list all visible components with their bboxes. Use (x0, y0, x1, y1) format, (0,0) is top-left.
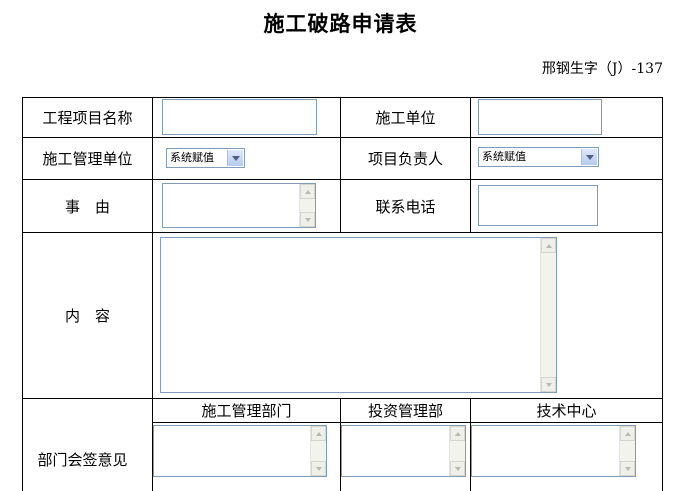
scroll-up-icon[interactable] (300, 184, 315, 199)
column-divider (470, 97, 471, 232)
scroll-down-icon[interactable] (541, 377, 556, 392)
content-label: 内 容 (64, 307, 110, 325)
countersign-label: 部门会签意见 (37, 450, 128, 469)
document-number: 邢钢生字（J）-137 (541, 61, 663, 77)
scroll-down-icon[interactable] (311, 461, 326, 476)
countersign-col-investment-mgmt: 投资管理部 (367, 402, 443, 420)
scroll-up-icon[interactable] (450, 426, 465, 441)
investment-mgmt-opinion-textarea[interactable] (341, 425, 466, 477)
project-leader-value: 系统赋值 (482, 150, 526, 163)
project-leader-select[interactable]: 系统赋值 (478, 147, 599, 167)
scroll-up-icon[interactable] (620, 426, 635, 441)
scroll-down-icon[interactable] (300, 212, 315, 227)
construction-mgmt-unit-select[interactable]: 系统赋值 (166, 148, 245, 168)
reason-scrollbar[interactable] (299, 184, 315, 227)
scroll-up-icon[interactable] (311, 426, 326, 441)
scroll-down-icon[interactable] (620, 461, 635, 476)
project-name-input[interactable] (162, 99, 317, 135)
content-textarea[interactable] (160, 237, 557, 393)
construction-mgmt-opinion-textarea[interactable] (153, 425, 327, 477)
contact-phone-input[interactable] (478, 185, 598, 226)
form-title: 施工破路申请表 (263, 11, 418, 36)
table-border-right (662, 97, 663, 491)
project-name-label: 工程项目名称 (42, 109, 133, 127)
opinion-scrollbar[interactable] (449, 426, 465, 476)
tech-center-opinion-textarea[interactable] (471, 425, 636, 477)
row-divider (152, 422, 663, 423)
chevron-down-icon[interactable] (227, 150, 243, 166)
construction-unit-input[interactable] (478, 99, 602, 135)
project-leader-label: 项目负责人 (367, 150, 443, 168)
scroll-up-icon[interactable] (541, 238, 556, 253)
content-scrollbar[interactable] (540, 238, 556, 392)
reason-label: 事 由 (64, 197, 110, 216)
construction-mgmt-unit-value: 系统赋值 (170, 151, 214, 164)
opinion-scrollbar[interactable] (310, 426, 326, 476)
construction-unit-label: 施工单位 (375, 109, 436, 127)
construction-mgmt-unit-label: 施工管理单位 (42, 150, 133, 168)
reason-textarea[interactable] (162, 183, 316, 228)
opinion-scrollbar[interactable] (619, 426, 635, 476)
scroll-down-icon[interactable] (450, 461, 465, 476)
chevron-down-icon[interactable] (581, 149, 597, 165)
countersign-col-tech-center: 技术中心 (536, 402, 597, 420)
countersign-col-construction-mgmt: 施工管理部门 (201, 402, 292, 420)
contact-phone-label: 联系电话 (375, 197, 436, 216)
